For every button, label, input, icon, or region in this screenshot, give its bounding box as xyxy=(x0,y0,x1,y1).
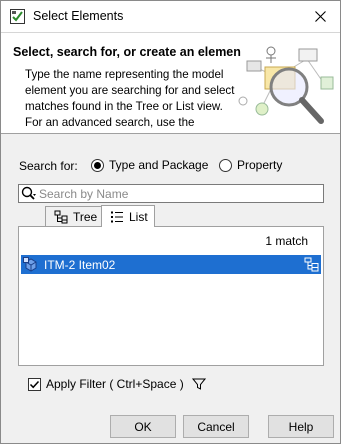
title-bar: Select Elements xyxy=(1,1,340,32)
checkmark-icon xyxy=(29,380,40,388)
search-field[interactable] xyxy=(18,184,324,203)
list-item[interactable]: ITM-2 Item02 xyxy=(21,255,321,274)
ok-button[interactable]: OK xyxy=(110,415,176,438)
apply-filter-option[interactable]: Apply Filter ( Ctrl+Space ) xyxy=(28,377,206,391)
cancel-button[interactable]: Cancel xyxy=(183,415,249,438)
select-elements-dialog: Select Elements Select, search for, or c… xyxy=(0,0,341,444)
radio-selected-indicator xyxy=(91,158,104,172)
item-element-icon xyxy=(23,257,37,272)
header-description: Type the name representing the model ele… xyxy=(25,68,235,129)
apply-filter-label: Apply Filter ( Ctrl+Space ) xyxy=(46,377,184,391)
radio-type-and-package[interactable]: Type and Package xyxy=(91,158,208,172)
radio-property-label: Property xyxy=(237,158,283,172)
search-icon xyxy=(21,186,36,200)
app-icon xyxy=(10,9,25,24)
tree-view-icon xyxy=(54,210,68,223)
search-input[interactable] xyxy=(39,186,319,201)
help-button[interactable]: Help xyxy=(268,415,334,438)
tab-tree-label: Tree xyxy=(73,209,98,224)
dialog-header: Select, search for, or create an elemen … xyxy=(1,32,340,134)
list-view-icon xyxy=(111,211,123,222)
match-count: 1 match xyxy=(265,234,308,248)
apply-filter-checkbox[interactable] xyxy=(28,377,41,391)
tab-tree[interactable]: Tree xyxy=(45,206,105,226)
tab-list-label: List xyxy=(129,209,148,224)
filter-icon[interactable] xyxy=(191,377,206,391)
select-in-containment-tree-icon[interactable] xyxy=(304,257,319,272)
header-title: Select, search for, or create an elemen xyxy=(13,45,241,59)
results-list: 1 match ITM-2 Item02 xyxy=(18,226,324,366)
list-item-label: ITM-2 Item02 xyxy=(44,257,116,272)
window-title: Select Elements xyxy=(33,9,124,23)
radio-type-and-package-label: Type and Package xyxy=(109,158,209,172)
radio-unselected-indicator xyxy=(219,158,232,172)
close-button[interactable] xyxy=(300,1,340,32)
close-icon xyxy=(314,11,326,22)
radio-property[interactable]: Property xyxy=(219,158,282,172)
search-illustration-icon xyxy=(238,46,334,124)
search-for-label: Search for: xyxy=(19,159,78,173)
tab-list[interactable]: List xyxy=(101,205,155,227)
dialog-footer: OK Cancel Help xyxy=(1,405,340,443)
